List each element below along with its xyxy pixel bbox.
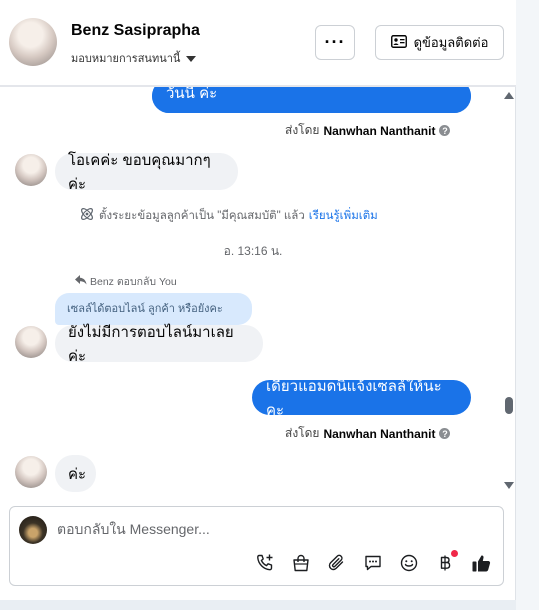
header-overlay: Benz Sasiprapha มอบหมายการสนทนานี้ ··· ด…: [0, 0, 516, 86]
assign-overlay: มอบหมายการสนทนานี้: [71, 49, 197, 67]
paperclip-icon: [327, 553, 347, 573]
like-icon: [471, 553, 492, 574]
call-button[interactable]: [254, 552, 276, 574]
question-icon[interactable]: ?: [439, 125, 451, 136]
sent-by-prefix: ส่งโดย: [285, 426, 320, 440]
contact-info-overlay: ดูข้อมูลติดต่อ: [375, 25, 504, 60]
shop-button[interactable]: [290, 552, 312, 574]
contact-avatar-small[interactable]: [15, 326, 47, 358]
attach-button[interactable]: [326, 552, 348, 574]
scrollbar-thumb[interactable]: [505, 397, 513, 414]
contact-avatar-small[interactable]: [15, 456, 47, 488]
outgoing-message[interactable]: เดี๋ยวแอมดนิแจ้งเซลล์ให้นะคะ: [252, 378, 471, 419]
shopping-bag-icon: [291, 553, 311, 573]
more-icon: ···: [324, 32, 346, 52]
page-avatar: [19, 516, 47, 544]
outgoing-message-visible[interactable]: วันนี้ ค่ะ: [152, 87, 471, 113]
message-text: ยังไม่มีการตอบไลน์มาเลยค่ะ: [68, 323, 234, 365]
incoming-message[interactable]: ยังไม่มีการตอบไลน์มาเลยค่ะ: [55, 324, 263, 365]
sent-by-name: Nanwhan Nanthanit: [323, 426, 436, 441]
saved-replies-button[interactable]: [362, 552, 384, 574]
system-notice: ตั้งระยะข้อมูลลูกค้าเป็น "มีคุณสมบัติ" แ…: [79, 206, 378, 225]
replied-to-label: Benz ตอบกลับ You: [75, 273, 177, 290]
reply-input[interactable]: [57, 517, 457, 541]
sent-by-label: ส่งโดย Nanwhan Nanthanit ?: [285, 424, 451, 443]
message-text: ค่ะ: [68, 465, 87, 483]
timestamp: อ. 13:16 น.: [223, 244, 283, 258]
contact-info-label-overlay: ดูข้อมูลติดต่อ: [413, 35, 489, 50]
sent-by-name: Nanwhan Nanthanit: [323, 123, 436, 138]
scroll-down-arrow[interactable]: [504, 482, 514, 489]
sent-by-label: ส่งโดย Nanwhan Nanthanit ?: [285, 121, 451, 140]
replied-to-text: Benz ตอบกลับ You: [90, 276, 177, 288]
emoji-icon: [399, 553, 419, 573]
sent-by-prefix: ส่งโดย: [285, 123, 320, 137]
contact-avatar-small[interactable]: [15, 154, 47, 186]
question-icon[interactable]: ?: [439, 428, 451, 439]
incoming-message[interactable]: โอเคค่ะ ขอบคุณมากๆค่ะ: [55, 152, 238, 193]
conversation-panel: Benz Sasiprapha มอบหมายการสนทนานี้ ··· ด…: [0, 0, 516, 600]
scroll-up-arrow[interactable]: [504, 92, 514, 99]
message-text: เดี๋ยวแอมดนิแจ้งเซลล์ให้นะคะ: [266, 377, 442, 419]
assign-label-overlay: มอบหมายการสนทนานี้: [71, 53, 181, 65]
contact-avatar-overlay: [9, 18, 57, 66]
learn-more-link[interactable]: เรียนรู้เพิ่มเติม: [309, 207, 378, 225]
caret-down-icon: [186, 55, 197, 62]
reply-arrow-icon: [75, 275, 87, 288]
like-button[interactable]: [470, 552, 492, 574]
notification-dot: [451, 550, 458, 557]
more-options-button-overlay: ···: [315, 25, 355, 60]
contact-name-overlay: Benz Sasiprapha: [71, 22, 200, 39]
message-text: วันนี้ ค่ะ: [166, 87, 218, 102]
reply-composer: [9, 506, 504, 586]
emoji-button[interactable]: [398, 552, 420, 574]
atom-icon: [79, 206, 95, 225]
phone-plus-icon: [255, 553, 275, 573]
quoted-message-text: เซลล์ได้ตอบไลน์ ลูกค้า หรือยังคะ: [67, 303, 223, 315]
saved-reply-icon: [363, 553, 383, 573]
right-side-strip: [516, 0, 539, 610]
message-text: โอเคค่ะ ขอบคุณมากๆค่ะ: [68, 151, 211, 193]
contact-card-icon: [390, 34, 407, 51]
incoming-message[interactable]: ค่ะ: [55, 455, 96, 492]
system-notice-text: ตั้งระยะข้อมูลลูกค้าเป็น "มีคุณสมบัติ" แ…: [99, 209, 305, 222]
